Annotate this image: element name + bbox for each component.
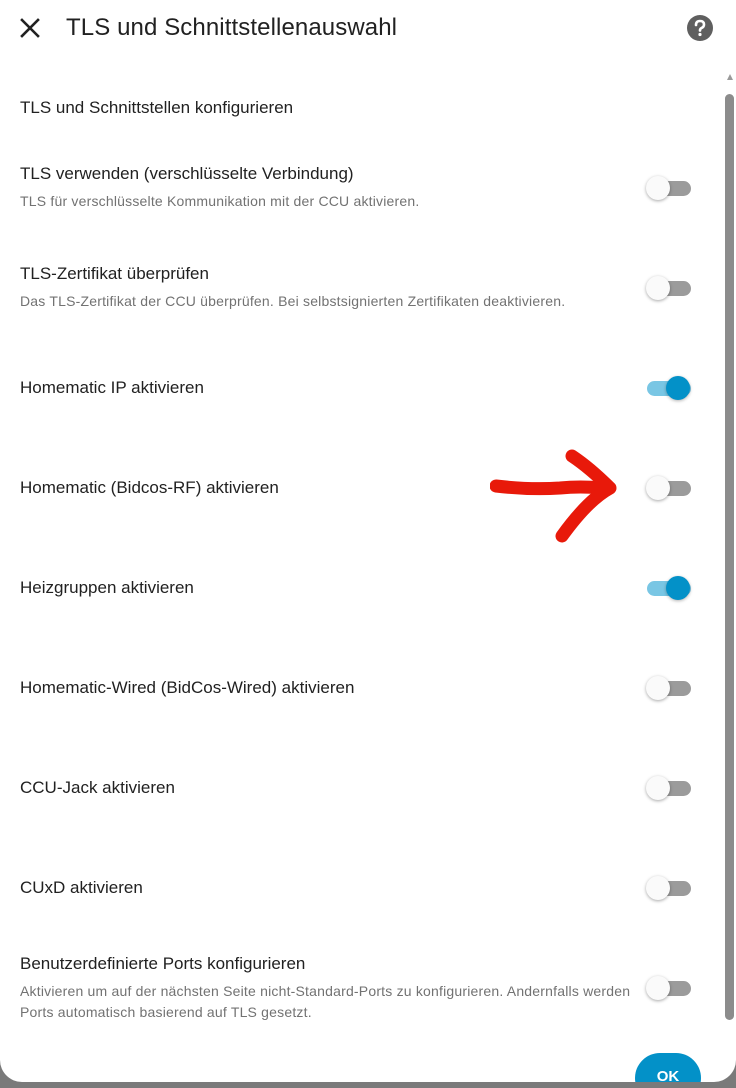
setting-row-tls: TLS verwenden (verschlüsselte Verbindung… — [0, 160, 722, 220]
toggle-knob — [666, 576, 690, 600]
section-heading: TLS und Schnittstellen konfigurieren — [20, 98, 294, 117]
setting-row-tls-certificate: TLS-Zertifikat überprüfen Das TLS-Zertif… — [0, 260, 722, 320]
setting-title: TLS verwenden (verschlüsselte Verbindung… — [20, 164, 354, 183]
setting-title: Homematic (Bidcos-RF) aktivieren — [20, 478, 279, 497]
toggle-homematic-ip[interactable] — [644, 374, 694, 402]
toggle-tls-certificate[interactable] — [644, 274, 694, 302]
scrollbar-thumb[interactable] — [725, 94, 734, 1020]
toggle-heating-groups[interactable] — [644, 574, 694, 602]
toggle-knob — [646, 976, 670, 1000]
setting-row-custom-ports: Benutzerdefinierte Ports konfigurieren A… — [0, 950, 722, 1030]
setting-title: CUxD aktivieren — [20, 878, 143, 897]
toggle-knob — [646, 776, 670, 800]
setting-row-homematic-ip: Homematic IP aktivieren — [0, 364, 722, 412]
dialog-title: TLS und Schnittstellenauswahl — [66, 14, 398, 41]
setting-description: Das TLS-Zertifikat der CCU überprüfen. B… — [20, 293, 566, 309]
setting-title: Homematic IP aktivieren — [20, 378, 204, 397]
toggle-ccu-jack[interactable] — [644, 774, 694, 802]
toggle-tls[interactable] — [644, 174, 694, 202]
setting-row-cuxd: CUxD aktivieren — [0, 864, 722, 912]
toggle-custom-ports[interactable] — [644, 974, 694, 1002]
dialog-header: TLS und Schnittstellenauswahl — [0, 0, 736, 58]
setting-title: TLS-Zertifikat überprüfen — [20, 264, 209, 283]
ok-button[interactable]: OK — [635, 1053, 701, 1082]
toggle-knob — [646, 876, 670, 900]
red-arrow-annotation-icon — [489, 448, 620, 543]
toggle-cuxd[interactable] — [644, 874, 694, 902]
setting-description: Aktivieren um auf der nächsten Seite nic… — [20, 983, 631, 1020]
toggle-knob — [646, 276, 670, 300]
toggle-knob — [666, 376, 690, 400]
scrollbar[interactable] — [724, 74, 736, 1030]
setting-title: Heizgruppen aktivieren — [20, 578, 194, 597]
toggle-bidcos-rf[interactable] — [644, 474, 694, 502]
dialog: TLS und Schnittstellenauswahl TLS und Sc… — [0, 0, 736, 1082]
help-circle-icon[interactable] — [686, 14, 714, 42]
close-icon[interactable] — [14, 12, 46, 44]
setting-row-bidcos-wired: Homematic-Wired (BidCos-Wired) aktiviere… — [0, 664, 722, 712]
toggle-bidcos-wired[interactable] — [644, 674, 694, 702]
scroll-up-arrow-icon[interactable] — [727, 74, 733, 80]
setting-description: TLS für verschlüsselte Kommunikation mit… — [20, 193, 420, 209]
setting-row-ccu-jack: CCU-Jack aktivieren — [0, 764, 722, 812]
setting-row-heating-groups: Heizgruppen aktivieren — [0, 564, 722, 612]
setting-title: Homematic-Wired (BidCos-Wired) aktiviere… — [20, 678, 355, 697]
toggle-knob — [646, 476, 670, 500]
setting-title: CCU-Jack aktivieren — [20, 778, 175, 797]
setting-title: Benutzerdefinierte Ports konfigurieren — [20, 954, 306, 973]
toggle-knob — [646, 176, 670, 200]
toggle-knob — [646, 676, 670, 700]
